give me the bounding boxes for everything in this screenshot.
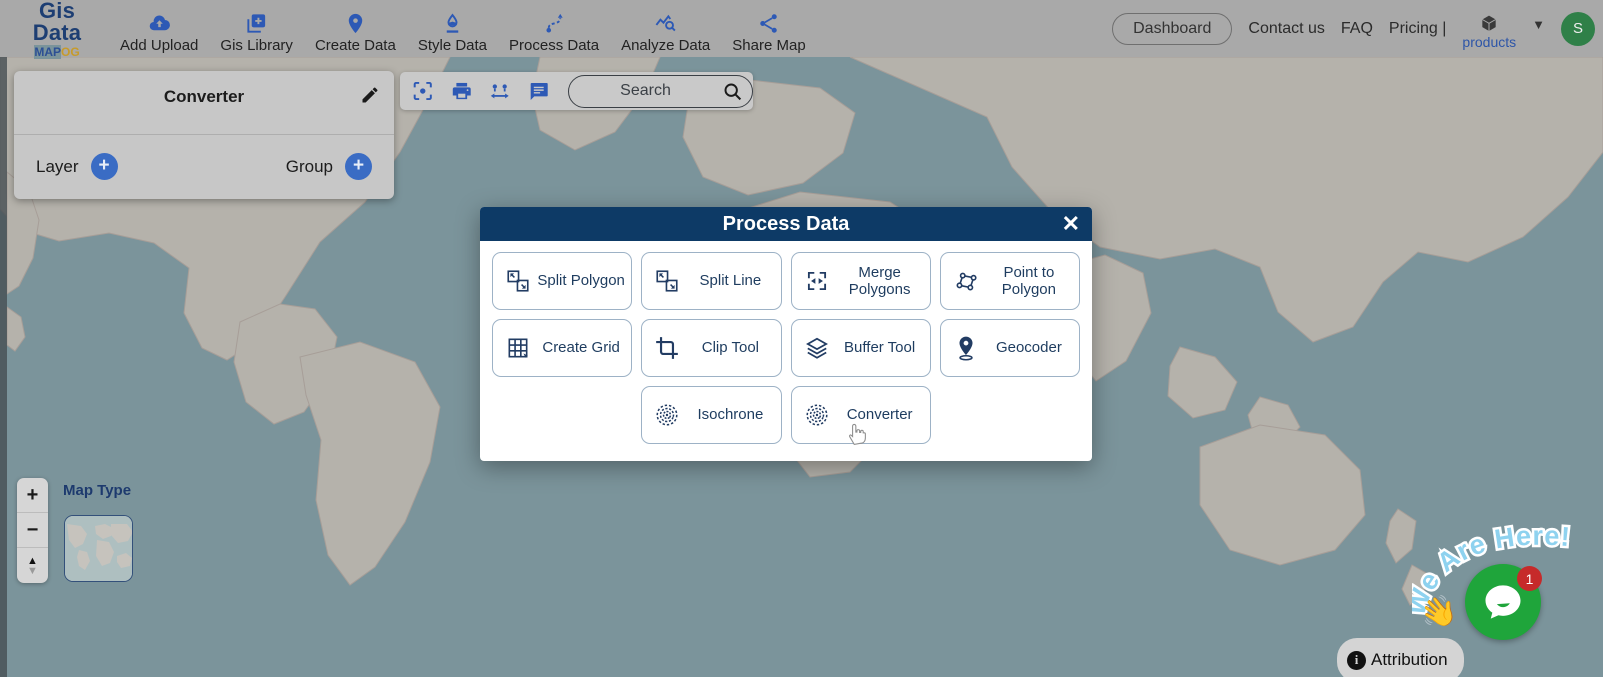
menu-label: Share Map: [732, 37, 805, 54]
menu-label: Add Upload: [120, 37, 198, 54]
pricing-link[interactable]: Pricing |: [1389, 20, 1447, 38]
center-focus-icon[interactable]: [412, 79, 434, 103]
main-menu: Add Upload Gis Library Create Data Style…: [120, 4, 806, 54]
menu-analyze-data[interactable]: Analyze Data: [621, 4, 710, 54]
group-add-group: Group +: [286, 153, 372, 180]
faq-link[interactable]: FAQ: [1341, 20, 1373, 38]
clip-tool-button[interactable]: Clip Tool: [641, 319, 781, 377]
products-label: products: [1462, 34, 1516, 50]
chat-bubble-icon: [1482, 581, 1524, 623]
zoom-in-button[interactable]: +: [17, 478, 48, 513]
layer-label: Layer: [36, 157, 79, 177]
add-layer-button[interactable]: +: [91, 153, 118, 180]
menu-label: Create Data: [315, 37, 396, 54]
zoom-out-button[interactable]: −: [17, 513, 48, 548]
map-edge-strip: [0, 57, 7, 677]
attribution-label: Attribution: [1371, 650, 1448, 670]
contact-us-link[interactable]: Contact us: [1248, 20, 1324, 38]
location-pin-icon: [344, 12, 367, 35]
route-icon: [543, 12, 566, 35]
map-type-thumbnail[interactable]: [64, 515, 133, 582]
menu-create-data[interactable]: Create Data: [315, 4, 396, 54]
point-to-polygon-button[interactable]: Point to Polygon: [940, 252, 1080, 310]
brand-subtitle: MAPOG: [14, 46, 100, 58]
menu-label: Process Data: [509, 37, 599, 54]
converter-panel-header: Converter: [14, 71, 394, 135]
isochrone-spiral-icon: [654, 402, 680, 428]
layer-add-group: Layer +: [36, 153, 118, 180]
tilt-control-button[interactable]: ▲ ▼: [17, 548, 48, 583]
buffer-layers-icon: [804, 335, 830, 361]
menu-add-upload[interactable]: Add Upload: [120, 4, 198, 54]
geocoder-pin-icon: [953, 335, 979, 361]
isochrone-button[interactable]: Isochrone: [641, 386, 781, 444]
cloud-upload-icon: [148, 12, 171, 35]
split-line-icon: [654, 268, 680, 294]
menu-label: Style Data: [418, 37, 487, 54]
hand-cursor: [845, 420, 871, 446]
library-add-icon: [245, 12, 268, 35]
measure-distance-icon[interactable]: [489, 79, 511, 103]
layer-group-row: Layer + Group +: [14, 135, 394, 198]
arrow-down-icon: ▼: [27, 566, 38, 576]
point-to-polygon-icon: [953, 268, 979, 294]
cube-icon: [1479, 14, 1499, 34]
brand-title: Gis Data: [14, 0, 100, 44]
modal-title: Process Data: [723, 213, 850, 236]
buffer-tool-button[interactable]: Buffer Tool: [791, 319, 931, 377]
close-icon[interactable]: ✕: [1062, 211, 1080, 237]
chevron-down-icon[interactable]: ▼: [1532, 17, 1545, 32]
edit-pencil-icon[interactable]: [360, 85, 380, 105]
clip-icon: [654, 335, 680, 361]
menu-style-data[interactable]: Style Data: [418, 4, 487, 54]
dashboard-button[interactable]: Dashboard: [1112, 13, 1232, 45]
merge-polygons-icon: [804, 268, 830, 294]
create-grid-icon: [505, 335, 531, 361]
comment-icon[interactable]: [528, 79, 550, 103]
converter-spiral-icon: [804, 402, 830, 428]
geocoder-button[interactable]: Geocoder: [940, 319, 1080, 377]
user-avatar[interactable]: S: [1561, 12, 1595, 46]
query-stats-icon: [654, 12, 677, 35]
merge-polygons-button[interactable]: Merge Polygons: [791, 252, 931, 310]
search-container: [568, 75, 753, 108]
attribution-button[interactable]: i Attribution: [1337, 638, 1464, 677]
chat-badge: 1: [1517, 566, 1542, 591]
split-polygon-icon: [505, 268, 531, 294]
split-polygon-button[interactable]: Split Polygon: [492, 252, 632, 310]
converter-panel: Converter Layer + Group +: [14, 71, 394, 199]
menu-label: Gis Library: [220, 37, 293, 54]
zoom-control: + − ▲ ▼: [17, 478, 48, 583]
create-grid-button[interactable]: Create Grid: [492, 319, 632, 377]
modal-body: Split Polygon Split Line Merge Polygons …: [480, 241, 1092, 455]
minimap-graphic: [65, 516, 133, 582]
menu-share-map[interactable]: Share Map: [732, 4, 805, 54]
share-icon: [757, 12, 780, 35]
group-label: Group: [286, 157, 333, 177]
panel-title: Converter: [14, 71, 394, 107]
menu-gis-library[interactable]: Gis Library: [220, 4, 293, 54]
menu-label: Analyze Data: [621, 37, 710, 54]
process-data-modal: Process Data ✕ Split Polygon Split Line …: [480, 207, 1092, 461]
arrow-up-icon: ▲: [27, 556, 38, 566]
map-toolbar: [400, 72, 753, 110]
search-icon[interactable]: [722, 81, 743, 102]
ink-drop-icon: [441, 12, 464, 35]
menu-process-data[interactable]: Process Data: [509, 4, 599, 54]
info-icon: i: [1347, 651, 1366, 670]
products-menu[interactable]: products: [1462, 14, 1516, 50]
map-canvas[interactable]: Converter Layer + Group + Process Data: [0, 57, 1603, 677]
split-line-button[interactable]: Split Line: [641, 252, 781, 310]
print-icon[interactable]: [451, 79, 473, 103]
top-navbar: Gis Data MAPOG Add Upload Gis Library Cr…: [0, 0, 1603, 57]
brand-logo[interactable]: Gis Data MAPOG: [14, 0, 100, 58]
map-type-label: Map Type: [63, 482, 131, 499]
add-group-button[interactable]: +: [345, 153, 372, 180]
nav-right-cluster: Dashboard Contact us FAQ Pricing | produ…: [1112, 0, 1595, 57]
modal-header: Process Data ✕: [480, 207, 1092, 241]
